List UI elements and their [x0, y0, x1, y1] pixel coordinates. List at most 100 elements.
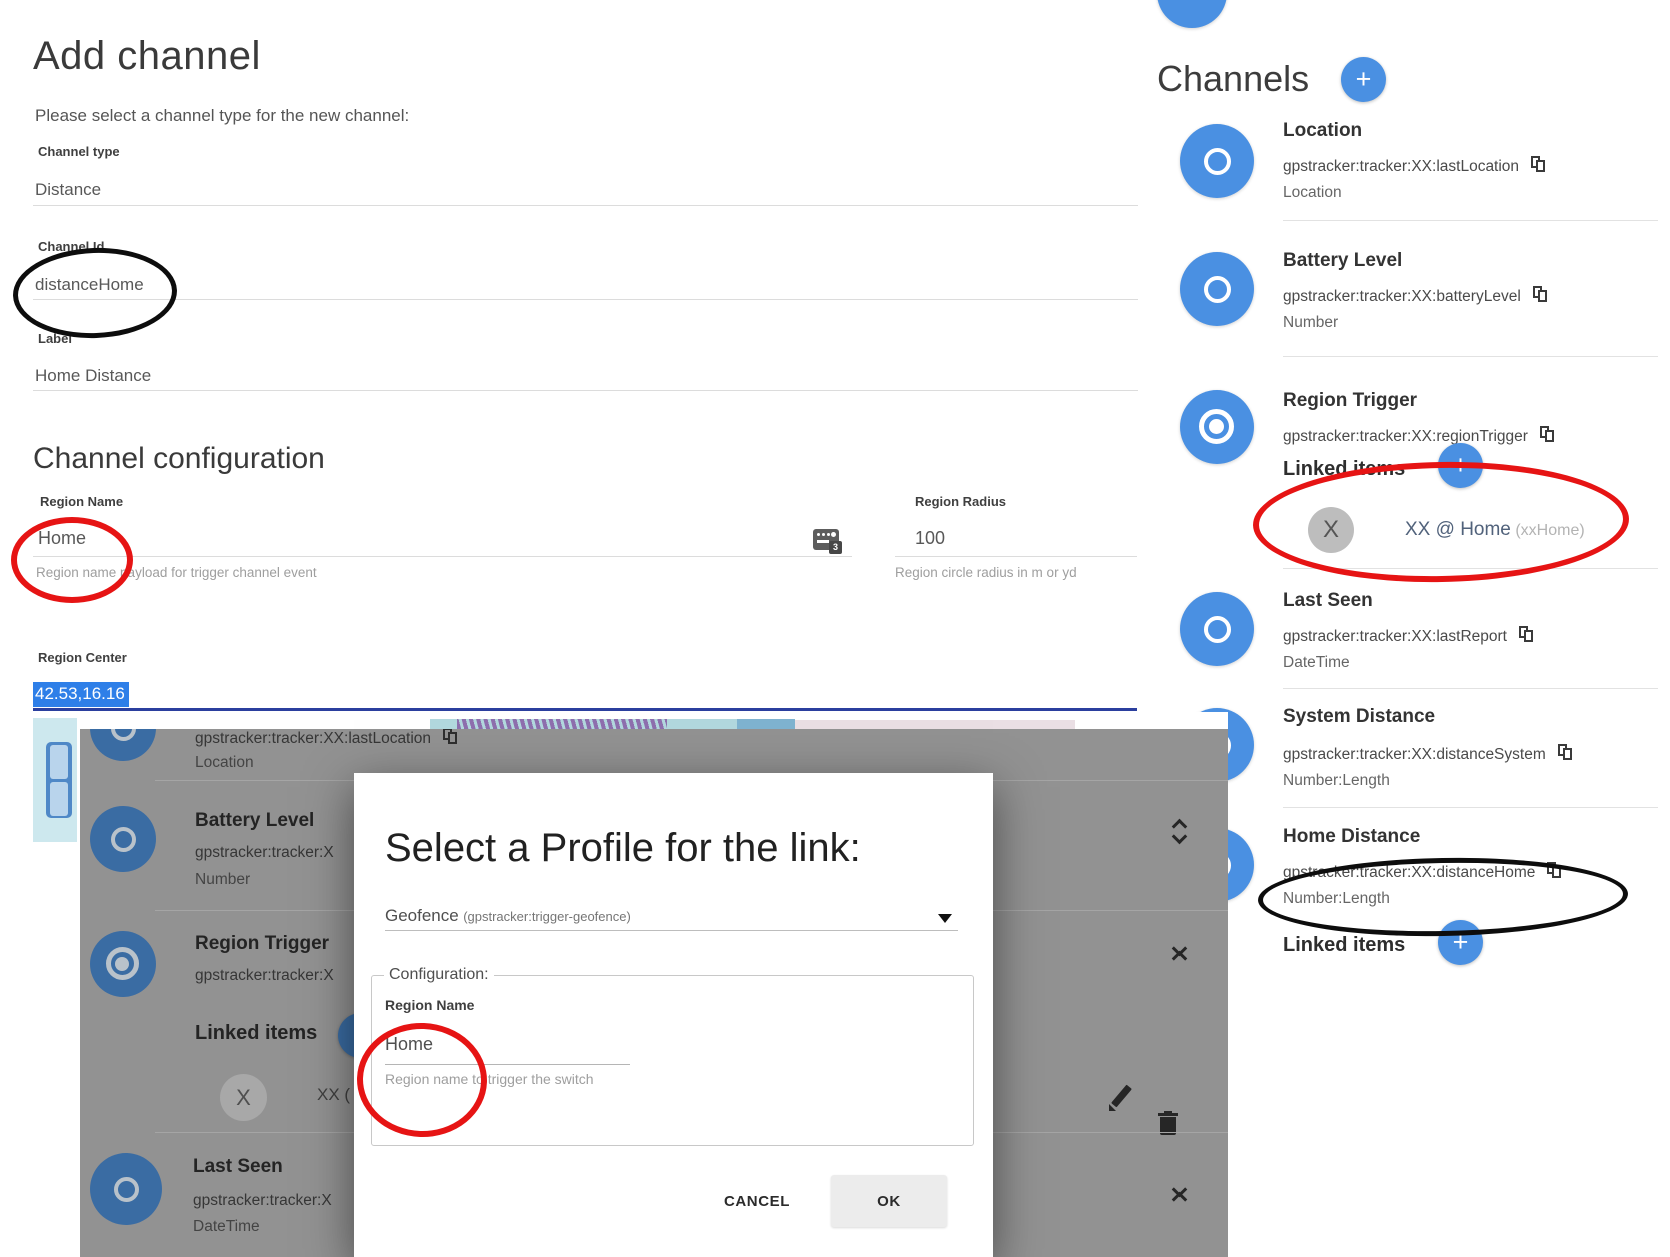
config-heading: Channel configuration: [33, 442, 325, 476]
linked-items-header: Linked items: [1283, 934, 1405, 957]
channel-id-label: Channel Id: [38, 239, 104, 254]
copy-icon[interactable]: [1558, 744, 1573, 761]
bg-channel-name: Last Seen: [193, 1156, 283, 1178]
delete-icon: [1158, 1111, 1178, 1137]
profile-dialog: Select a Profile for the link: Geofence …: [354, 773, 993, 1257]
channel-name: Home Distance: [1283, 826, 1420, 848]
bg-channel-name: Region Trigger: [195, 933, 329, 955]
divider: [1283, 688, 1658, 689]
divider: [1283, 220, 1658, 221]
unfold-less-icon: [1170, 1182, 1190, 1208]
channel-type: Number: [1283, 314, 1338, 332]
map-zoom-control[interactable]: [46, 742, 72, 818]
map-strip-redacted-text: [457, 719, 667, 729]
channel-id-underline: [33, 299, 1138, 300]
region-name-label: Region Name: [40, 494, 123, 509]
channel-name: Last Seen: [1283, 590, 1373, 612]
channel-radio-battery[interactable]: [1180, 252, 1254, 326]
copy-icon[interactable]: [1531, 156, 1546, 173]
channel-uid: gpstracker:tracker:XX:lastLocation: [1283, 156, 1546, 176]
region-radius-underline: [895, 556, 1137, 557]
bg-channel-uid: gpstracker:tracker:XX:lastLocation: [195, 729, 458, 748]
dialog-region-name-input[interactable]: Home: [385, 1034, 433, 1055]
region-name-underline: [33, 556, 852, 557]
channel-uid: gpstracker:tracker:XX:batteryLevel: [1283, 286, 1548, 306]
channel-radio-region-trigger[interactable]: [1180, 390, 1254, 464]
dialog-region-name-label: Region Name: [385, 997, 474, 1013]
channel-uid: gpstracker:tracker:XX:lastReport: [1283, 626, 1534, 646]
channel-name: Location: [1283, 120, 1362, 142]
channel-id-input[interactable]: distanceHome: [35, 275, 144, 295]
linked-item-avatar: X: [1308, 507, 1354, 553]
configuration-legend: Configuration:: [384, 966, 494, 984]
bg-channel-uid: gpstracker:tracker:X: [193, 1192, 332, 1210]
region-radius-hint: Region circle radius in m or yd: [895, 565, 1077, 580]
bg-channel-uid: gpstracker:tracker:X: [195, 967, 334, 985]
bg-channel-radio: [90, 1153, 162, 1225]
autofill-keyboard-icon[interactable]: 3: [813, 529, 839, 550]
copy-icon[interactable]: [1540, 426, 1555, 443]
bg-linked-item-text: XX (: [317, 1085, 350, 1105]
channel-type: DateTime: [1283, 654, 1350, 672]
add-linked-item-button[interactable]: +: [1438, 443, 1483, 488]
bg-channel-uid: gpstracker:tracker:X: [195, 844, 334, 862]
divider: [1283, 807, 1658, 808]
configuration-fieldset: Configuration:: [371, 966, 974, 1146]
channel-uid: gpstracker:tracker:XX:distanceHome: [1283, 862, 1562, 882]
copy-icon: [443, 729, 458, 745]
region-center-focus-underline: [33, 708, 1137, 711]
bg-channel-radio-selected: [90, 931, 156, 997]
channel-type-value[interactable]: Distance: [35, 180, 101, 200]
region-center-label: Region Center: [38, 650, 127, 665]
region-name-hint: Region name payload for trigger channel …: [36, 565, 317, 580]
channel-name: Battery Level: [1283, 250, 1402, 272]
channel-name: Region Trigger: [1283, 390, 1417, 412]
bg-channel-name: Battery Level: [195, 810, 314, 832]
ok-button[interactable]: OK: [831, 1175, 947, 1227]
profile-select-underline: [385, 930, 958, 931]
region-center-input[interactable]: 42.53,16.16: [33, 682, 129, 707]
cancel-button[interactable]: CANCEL: [700, 1178, 814, 1224]
overlay-top-strip: [80, 712, 1228, 729]
region-name-input[interactable]: Home: [38, 528, 86, 549]
label-field-underline: [33, 390, 1138, 391]
edit-icon: [1108, 1085, 1134, 1111]
bg-channel-type: Number: [195, 871, 250, 889]
profile-uid: (gpstracker:trigger-geofence): [463, 909, 631, 924]
form-subtitle: Please select a channel type for the new…: [35, 106, 409, 126]
copy-icon[interactable]: [1519, 626, 1534, 643]
bg-linked-items-header: Linked items: [195, 1022, 317, 1045]
unfold-less-icon: [1170, 941, 1190, 967]
dialog-region-name-underline: [385, 1064, 630, 1065]
linked-items-header: Linked items: [1283, 458, 1405, 481]
divider: [1283, 356, 1658, 357]
channel-type-label: Channel type: [38, 144, 120, 159]
channel-radio-location[interactable]: [1180, 124, 1254, 198]
add-channel-button[interactable]: +: [1341, 57, 1386, 102]
copy-icon[interactable]: [1533, 286, 1548, 303]
bg-linked-item-avatar: X: [220, 1074, 267, 1121]
profile-value: Geofence: [385, 906, 459, 925]
bg-channel-radio: [90, 729, 156, 761]
linked-item[interactable]: XX @ Home (xxHome): [1405, 519, 1585, 541]
region-radius-input[interactable]: 100: [915, 528, 945, 549]
channels-title: Channels: [1157, 58, 1309, 100]
add-linked-item-button[interactable]: +: [1438, 920, 1483, 965]
channel-type: Number:Length: [1283, 890, 1390, 908]
channel-uid: gpstracker:tracker:XX:regionTrigger: [1283, 426, 1555, 446]
channel-type: Number:Length: [1283, 772, 1390, 790]
copy-icon[interactable]: [1547, 862, 1562, 879]
bg-channel-type: DateTime: [193, 1218, 260, 1236]
linked-item-name: XX @ Home: [1405, 519, 1511, 540]
page: Add channel Please select a channel type…: [0, 0, 1670, 1257]
channel-radio-last-seen[interactable]: [1180, 592, 1254, 666]
linked-item-suffix: (xxHome): [1515, 522, 1584, 539]
profile-select[interactable]: Geofence (gpstracker:trigger-geofence): [385, 906, 631, 926]
label-field-input[interactable]: Home Distance: [35, 366, 151, 386]
map-strip-pink: [795, 720, 1075, 729]
dropdown-arrow-icon[interactable]: [938, 914, 952, 923]
page-title: Add channel: [33, 34, 261, 79]
channel-name: System Distance: [1283, 706, 1435, 728]
autofill-badge: 3: [829, 541, 842, 554]
bg-channel-radio: [90, 806, 156, 872]
